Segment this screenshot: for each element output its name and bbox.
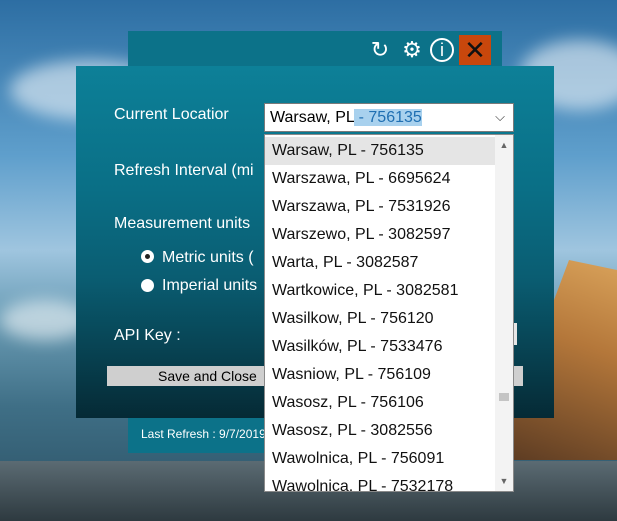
refresh-interval-label: Refresh Interval (mi <box>114 162 254 179</box>
gear-icon[interactable]: ⚙ <box>399 37 425 63</box>
list-item[interactable]: Wawolnica, PL - 7532178 <box>265 473 495 491</box>
list-item[interactable]: Wasilkow, PL - 756120 <box>265 305 495 333</box>
location-dropdown-list[interactable]: Warsaw, PL - 756135 Warszawa, PL - 66956… <box>264 134 514 492</box>
close-icon[interactable]: ✕ <box>459 35 491 65</box>
list-item[interactable]: Wartkowice, PL - 3082581 <box>265 277 495 305</box>
list-item[interactable]: Warta, PL - 3082587 <box>265 249 495 277</box>
info-icon[interactable]: i <box>430 38 454 62</box>
list-item[interactable]: Warszewo, PL - 3082597 <box>265 221 495 249</box>
scroll-down-icon[interactable]: ▼ <box>495 473 513 489</box>
list-item[interactable]: Wasilków, PL - 7533476 <box>265 333 495 361</box>
scroll-up-icon[interactable]: ▲ <box>495 137 513 153</box>
location-combobox[interactable]: Warsaw, PL - 756135 ⌵ <box>264 103 514 132</box>
imperial-radio[interactable] <box>141 279 154 292</box>
scrollbar-thumb[interactable] <box>499 393 509 401</box>
list-item[interactable]: Wawolnica, PL - 756091 <box>265 445 495 473</box>
refresh-icon[interactable]: ↻ <box>367 37 393 63</box>
list-item[interactable]: Wasniow, PL - 756109 <box>265 361 495 389</box>
list-item[interactable]: Warsaw, PL - 756135 <box>265 137 495 165</box>
chevron-down-icon[interactable]: ⌵ <box>495 109 505 125</box>
list-item[interactable]: Warszawa, PL - 7531926 <box>265 193 495 221</box>
metric-radio[interactable] <box>141 250 154 263</box>
list-item[interactable]: Wasosz, PL - 3082556 <box>265 417 495 445</box>
current-location-label: Current Locatior <box>114 106 229 123</box>
metric-label: Metric units ( <box>162 249 254 266</box>
combobox-value: Warsaw, PL - 756135 <box>270 109 422 126</box>
last-refresh-text: Last Refresh : 9/7/2019 <box>141 427 266 441</box>
api-key-label: API Key : <box>114 327 181 344</box>
measurement-units-label: Measurement units <box>114 215 251 232</box>
imperial-label: Imperial units <box>162 277 258 294</box>
dropdown-scrollbar[interactable]: ▲ ▼ <box>495 135 513 491</box>
list-item[interactable]: Wasosz, PL - 756106 <box>265 389 495 417</box>
list-item[interactable]: Warszawa, PL - 6695624 <box>265 165 495 193</box>
